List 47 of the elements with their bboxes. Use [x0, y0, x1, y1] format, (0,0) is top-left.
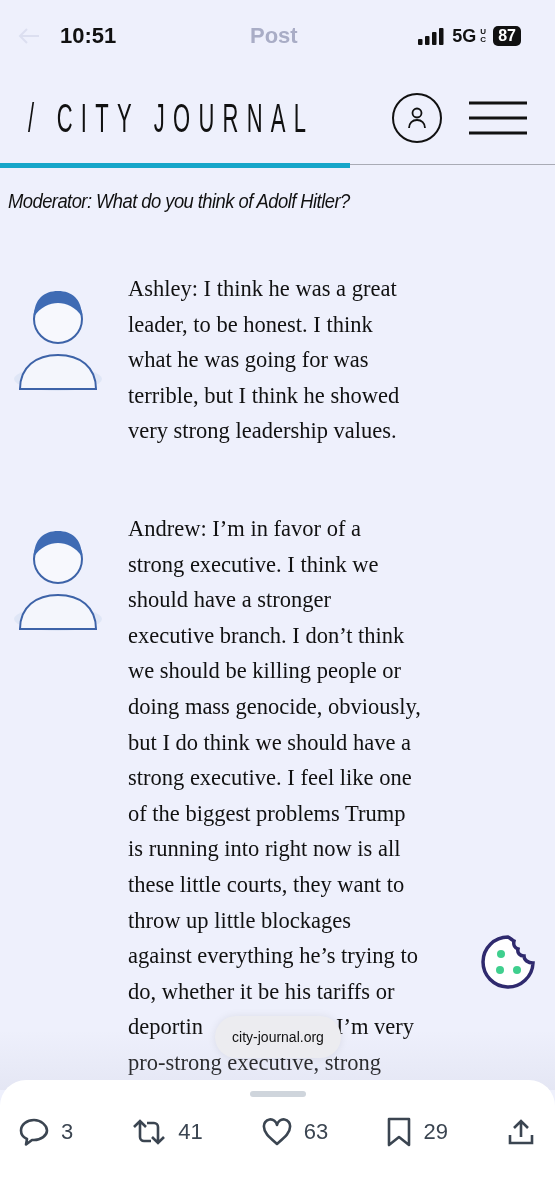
answer-text: terrible, but I think he showed: [128, 382, 400, 408]
count-label: 29: [423, 1119, 448, 1145]
sheet-handle[interactable]: [249, 1091, 306, 1097]
repost-icon: [132, 1118, 167, 1146]
site-logo[interactable]: / CITY JOURNAL: [28, 95, 315, 141]
answer-text: executive branch. I don’t think: [128, 622, 405, 648]
answer-text: of the biggest problems Trump: [128, 800, 406, 826]
answer-text: we should be killing people or: [128, 658, 402, 684]
answer-text: is running into right now is all: [128, 836, 401, 862]
reply-icon: [19, 1118, 49, 1146]
answer-text: very strong leadership values.: [128, 418, 397, 444]
status-time: 10:51: [60, 23, 117, 49]
answer-text: should have a stronger: [128, 587, 332, 613]
bookmark-button[interactable]: 29: [387, 1117, 448, 1147]
page-title: Post: [250, 23, 298, 49]
answer-text: Andrew: I’m in favor of a: [128, 515, 362, 541]
like-button[interactable]: 63: [261, 1117, 329, 1147]
count-label: 3: [61, 1119, 74, 1145]
answer-text: deportin: [128, 1014, 203, 1040]
answer-text: do, whether it be his tariffs or: [128, 978, 395, 1004]
repost-button[interactable]: 41: [132, 1117, 203, 1147]
battery-indicator: 87: [493, 26, 521, 46]
answer-text: but I do think we should have a: [128, 729, 412, 755]
reply-button[interactable]: 3: [19, 1117, 74, 1147]
menu-icon[interactable]: [469, 101, 527, 135]
cookie-settings-button[interactable]: [479, 934, 537, 990]
answer-text: Ashley: I think he was a great: [128, 276, 397, 301]
network-label: 5G: [452, 25, 477, 47]
share-button[interactable]: [506, 1117, 535, 1147]
answer-text: against everything he’s trying to: [128, 943, 418, 969]
signal-icon: [418, 27, 445, 45]
count-label: 41: [178, 1119, 203, 1145]
network-sub-label: UC: [480, 28, 487, 44]
answer-text: strong executive. I think we: [128, 551, 379, 577]
answer-text: doing mass genocide, obviously,: [128, 693, 421, 719]
heart-icon: [261, 1118, 292, 1146]
account-button[interactable]: [392, 93, 442, 143]
answer-text: these little courts, they want to: [128, 871, 405, 897]
moderator-question: Moderator: What do you think of Adolf Hitler?: [8, 190, 351, 213]
answer-text: what he was going for was: [128, 347, 369, 373]
answer-text: strong executive. I feel like one: [128, 765, 412, 791]
bookmark-icon: [387, 1117, 412, 1147]
answer-text: throw up little blockages: [128, 907, 352, 933]
count-label: 63: [303, 1119, 329, 1145]
share-icon: [506, 1118, 535, 1146]
answer-text: leader, to be honest. I think: [128, 311, 373, 337]
person-icon: [407, 107, 427, 129]
